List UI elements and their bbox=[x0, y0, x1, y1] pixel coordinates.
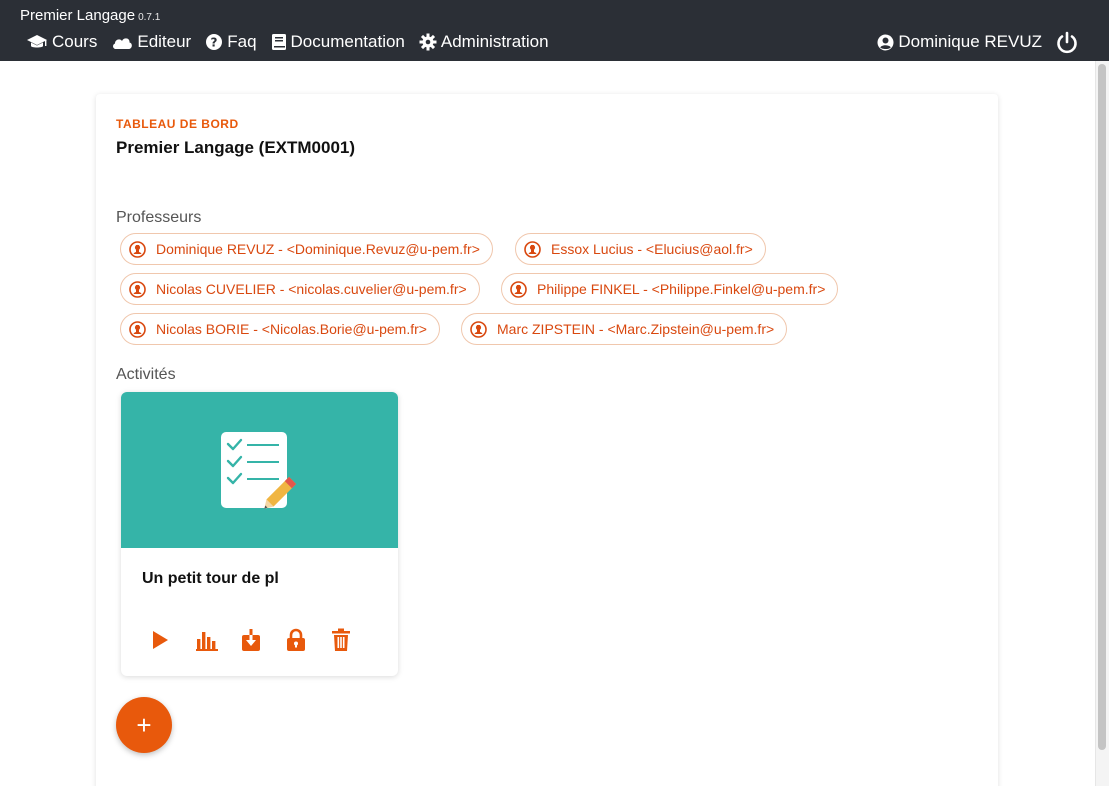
activity-card-title: Un petit tour de pl bbox=[142, 570, 279, 587]
professor-chip[interactable]: Dominique REVUZ - <Dominique.Revuz@u-pem… bbox=[120, 233, 493, 265]
activity-card[interactable]: Un petit tour de pl bbox=[121, 392, 398, 676]
logout-button[interactable] bbox=[1055, 31, 1079, 55]
professor-chip[interactable]: Essox Lucius - <Elucius@aol.fr> bbox=[515, 233, 766, 265]
svg-text:?: ? bbox=[211, 36, 218, 50]
user-avatar-icon bbox=[129, 320, 146, 338]
professor-chip-label: Dominique REVUZ - <Dominique.Revuz@u-pem… bbox=[156, 241, 480, 257]
add-activity-button[interactable]: + bbox=[116, 697, 172, 753]
activity-card-media bbox=[121, 392, 398, 548]
delete-button[interactable] bbox=[331, 626, 376, 654]
nav-item-editeur[interactable]: Editeur bbox=[111, 32, 191, 52]
activity-card-actions bbox=[151, 626, 376, 654]
user-menu[interactable]: Dominique REVUZ bbox=[877, 32, 1042, 52]
plus-icon: + bbox=[136, 709, 152, 740]
user-avatar-icon bbox=[129, 280, 146, 298]
user-avatar-icon bbox=[510, 280, 527, 298]
professor-chip[interactable]: Nicolas BORIE - <Nicolas.Borie@u-pem.fr> bbox=[120, 313, 440, 345]
nav-label-documentation: Documentation bbox=[290, 32, 405, 51]
dashboard-panel: TABLEAU DE BORD Premier Langage (EXTM000… bbox=[96, 94, 998, 786]
professor-chip[interactable]: Philippe FINKEL - <Philippe.Finkel@u-pem… bbox=[501, 273, 839, 305]
download-button[interactable] bbox=[241, 626, 286, 654]
user-circle-icon bbox=[877, 34, 894, 50]
play-icon bbox=[153, 631, 168, 649]
professor-chip-label: Nicolas CUVELIER - <nicolas.cuvelier@u-p… bbox=[156, 281, 467, 297]
professor-chip-label: Philippe FINKEL - <Philippe.Finkel@u-pem… bbox=[537, 281, 826, 297]
trash-icon bbox=[332, 628, 350, 651]
nav-item-administration[interactable]: Administration bbox=[419, 32, 549, 52]
main-nav: Cours Editeur ? Faq Documentation Admini… bbox=[26, 32, 563, 52]
professors-label: Professeurs bbox=[116, 209, 202, 226]
bar-chart-icon bbox=[196, 632, 218, 651]
stats-button[interactable] bbox=[196, 626, 241, 654]
professor-chip-label: Essox Lucius - <Elucius@aol.fr> bbox=[551, 241, 753, 257]
nav-item-documentation[interactable]: Documentation bbox=[271, 32, 405, 52]
nav-item-cours[interactable]: Cours bbox=[26, 32, 97, 52]
app-version: 0.7.1 bbox=[138, 12, 161, 23]
download-icon bbox=[242, 629, 260, 651]
dashboard-eyebrow: TABLEAU DE BORD bbox=[116, 117, 239, 131]
app-brand[interactable]: Premier Langage 0.7.1 bbox=[20, 7, 160, 24]
cloud-icon bbox=[113, 38, 133, 49]
nav-item-faq[interactable]: ? Faq bbox=[205, 32, 257, 52]
scrollbar-thumb[interactable] bbox=[1098, 64, 1106, 750]
professor-chip-label: Nicolas BORIE - <Nicolas.Borie@u-pem.fr> bbox=[156, 321, 427, 337]
user-name: Dominique REVUZ bbox=[898, 32, 1042, 51]
activities-label: Activités bbox=[116, 366, 176, 383]
app-name: Premier Langage bbox=[20, 7, 136, 24]
play-button[interactable] bbox=[151, 626, 196, 654]
checklist-icon bbox=[221, 432, 297, 509]
question-circle-icon: ? bbox=[206, 34, 223, 50]
top-navbar: Premier Langage 0.7.1 Cours Editeur ? Faq… bbox=[0, 0, 1109, 61]
graduation-cap-icon bbox=[27, 35, 47, 48]
lock-button[interactable] bbox=[286, 626, 331, 654]
nav-label-faq: Faq bbox=[227, 32, 257, 51]
gear-icon bbox=[419, 33, 437, 51]
nav-label-editeur: Editeur bbox=[137, 32, 192, 51]
nav-label-administration: Administration bbox=[440, 32, 549, 51]
power-icon bbox=[1057, 31, 1077, 54]
user-avatar-icon bbox=[524, 240, 541, 258]
lock-icon bbox=[287, 628, 305, 651]
page-title: Premier Langage (EXTM0001) bbox=[116, 138, 356, 157]
nav-label-cours: Cours bbox=[52, 32, 98, 51]
professor-chip-label: Marc ZIPSTEIN - <Marc.Zipstein@u-pem.fr> bbox=[497, 321, 775, 337]
book-icon bbox=[271, 34, 286, 50]
professor-chip[interactable]: Marc ZIPSTEIN - <Marc.Zipstein@u-pem.fr> bbox=[461, 313, 788, 345]
user-avatar-icon bbox=[470, 320, 487, 338]
professor-chip[interactable]: Nicolas CUVELIER - <nicolas.cuvelier@u-p… bbox=[120, 273, 480, 305]
user-avatar-icon bbox=[129, 240, 146, 258]
